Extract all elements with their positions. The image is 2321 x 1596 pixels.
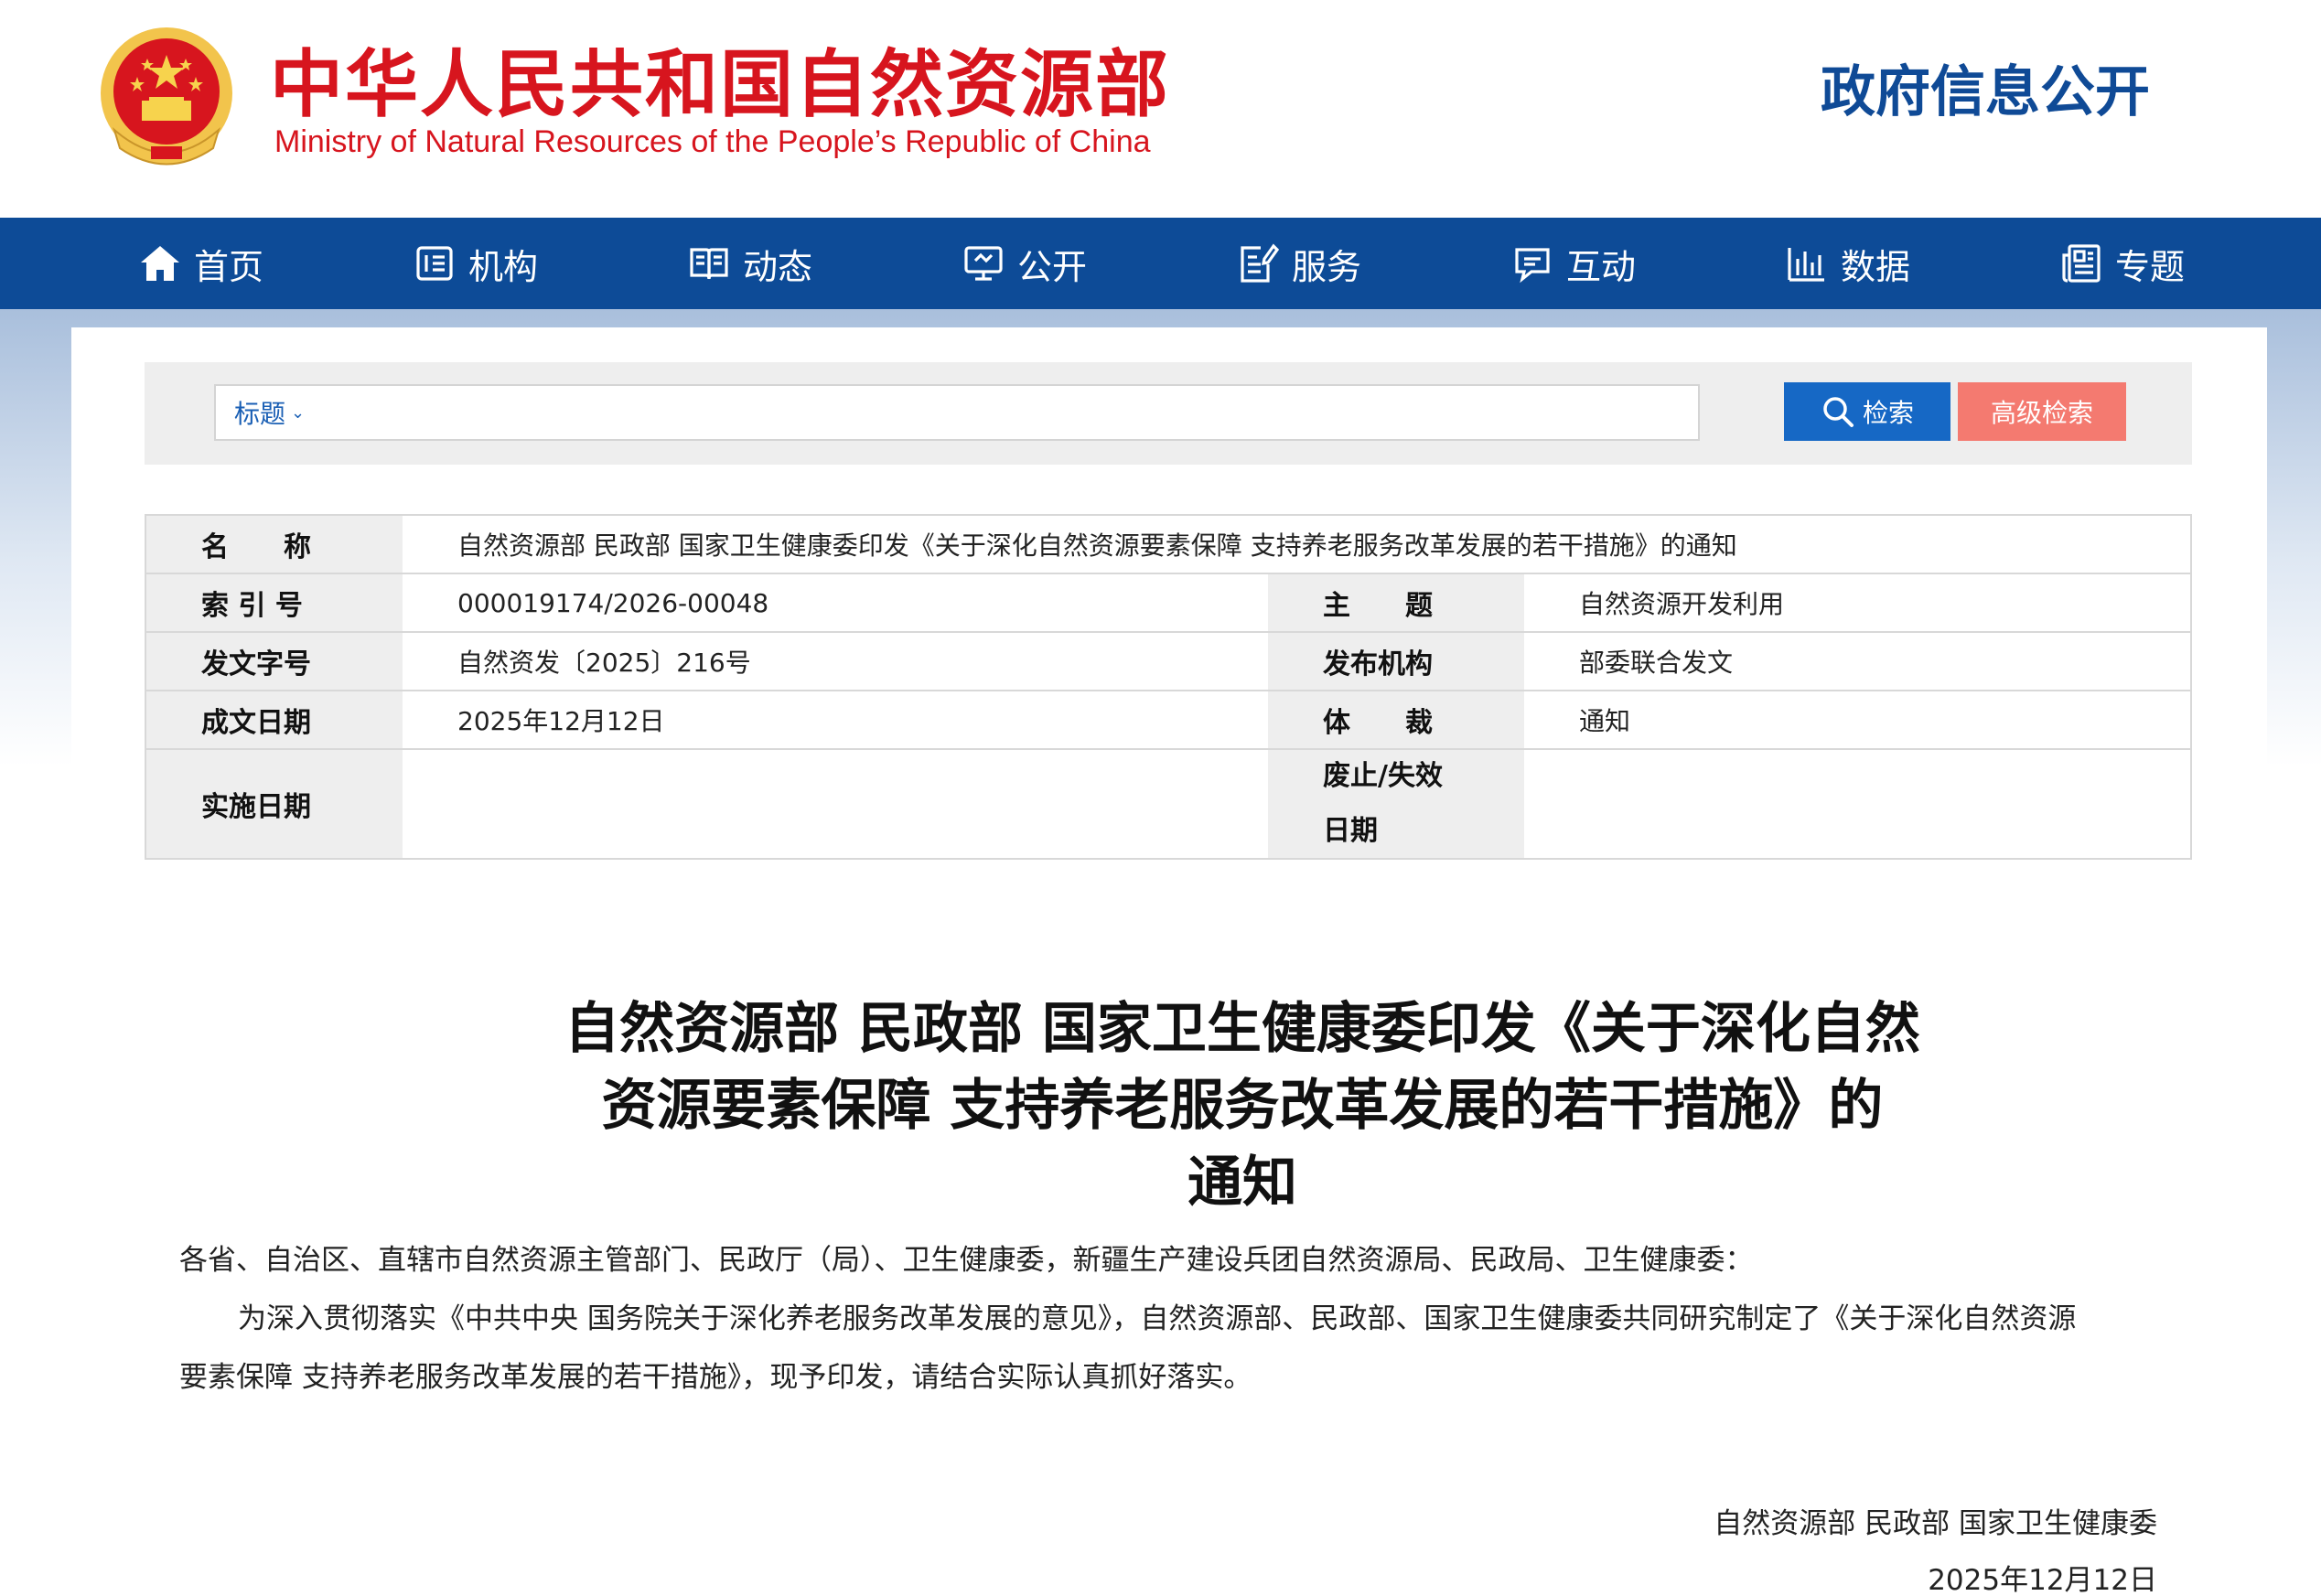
nav-item-label: 互动 [1566,246,1637,287]
search-button-label: 检索 [1862,398,1914,428]
body-line: 为深入贯彻落实《中共中央 国务院关于深化养老服务改革发展的意见》，自然资源部、民… [238,1302,2077,1335]
meta-label: 发布机构 [1268,633,1524,690]
nav-item-label: 公开 [1017,246,1088,287]
nav-item-topics[interactable]: 专题 [2060,218,2185,309]
nav-item-label: 机构 [468,246,539,287]
meta-label: 体 裁 [1268,691,1524,748]
meta-label: 主 题 [1268,574,1524,631]
nav-item-label: 数据 [1841,246,1911,287]
meta-label: 废止/失效 [1323,760,1443,792]
meta-value-index: 000019174/2026-00048 [457,587,769,618]
meta-label: 发文字号 [146,633,403,690]
site-header: 中华人民共和国自然资源部 Ministry of Natural Resourc… [0,0,2321,218]
document-metadata-table: 名 称 自然资源部 民政部 国家卫生健康委印发《关于深化自然资源要素保障 支持养… [145,514,2192,860]
search-panel: 标题 ⌄ 检索 高级检索 [145,362,2192,465]
bar-chart-icon [1788,248,1824,282]
site-title-english[interactable]: Ministry of Natural Resources of the Peo… [274,124,1151,160]
newspaper-icon [2062,244,2101,283]
nav-item-service[interactable]: 服务 [1237,218,1361,309]
meta-label: 成文日期 [146,691,403,748]
search-icon [1823,397,1854,427]
nav-item-org[interactable]: 机构 [414,218,538,309]
search-field: 标题 ⌄ [214,384,1700,441]
nav-item-interact[interactable]: 互动 [1511,218,1636,309]
meta-value-date: 2025年12月12日 [457,706,665,736]
nav-item-data[interactable]: 数据 [1786,218,1910,309]
meta-label: 日期 [1323,815,1378,847]
meta-value-name: 自然资源部 民政部 国家卫生健康委印发《关于深化自然资源要素保障 支持养老服务改… [457,530,1737,561]
meta-value-effective [403,750,1268,858]
title-line: 通知 [1187,1151,1297,1215]
search-button[interactable]: 检索 [1784,382,1950,441]
book-icon [690,248,728,280]
search-type-dropdown[interactable]: 标题 ⌄ [234,386,305,439]
home-icon [141,246,179,281]
meta-row-docno: 发文字号 自然资发〔2025〕216号 发布机构 部委联合发文 [146,633,2190,691]
nav-item-label: 专题 [2115,246,2186,287]
national-emblem-icon[interactable] [96,20,238,171]
chat-icon [1515,248,1550,284]
nav-item-label: 服务 [1292,246,1362,287]
main-nav: 首页 机构 动态 公开 服务 互动 数据 专题 [0,218,2321,309]
nav-item-home[interactable]: 首页 [139,218,263,309]
search-input[interactable] [317,390,1689,435]
meta-value-expiry [1524,750,2190,858]
meta-row-date: 成文日期 2025年12月12日 体 裁 通知 [146,691,2190,750]
title-line: 自然资源部 民政部 国家卫生健康委印发《关于深化自然 [564,997,1920,1061]
nav-item-label: 首页 [194,246,264,287]
meta-value-genre: 通知 [1579,706,1631,736]
search-type-label: 标题 [234,399,286,429]
chevron-down-icon: ⌄ [291,402,306,423]
advanced-search-button[interactable]: 高级检索 [1958,382,2126,441]
meta-row-name: 名 称 自然资源部 民政部 国家卫生健康委印发《关于深化自然资源要素保障 支持养… [146,516,2190,574]
meta-value-topic: 自然资源开发利用 [1579,589,1785,619]
site-title[interactable]: 中华人民共和国自然资源部 [270,26,1170,132]
body-line: 要素保障 支持养老服务改革发展的若干措施》，现予印发，请结合实际认真抓好落实。 [179,1361,1252,1394]
org-icon [416,246,453,281]
meta-value-issuer: 部委联合发文 [1579,648,1734,678]
monitor-icon [964,246,1003,281]
main-content: 标题 ⌄ 检索 高级检索 名 称 自然资源部 民政部 国家卫生健康委印发《关于深… [71,327,2267,1596]
nav-item-label: 动态 [743,246,813,287]
meta-row-effective: 实施日期 废止/失效 日期 [146,750,2190,858]
meta-label-expiry: 废止/失效 日期 [1268,750,1524,858]
edit-doc-icon [1241,243,1279,283]
signature: 自然资源部 民政部 国家卫生健康委 [1714,1507,2157,1540]
meta-label: 实施日期 [146,750,403,858]
salutation: 各省、自治区、直辖市自然资源主管部门、民政厅（局）、卫生健康委，新疆生产建设兵团… [179,1244,1754,1277]
nav-item-news[interactable]: 动态 [688,218,812,309]
section-title[interactable]: 政府信息公开 [1821,48,2150,127]
advanced-search-label: 高级检索 [1990,398,2093,428]
meta-row-index: 索 引 号 000019174/2026-00048 主 题 自然资源开发利用 [146,574,2190,633]
document-title: 自然资源部 民政部 国家卫生健康委印发《关于深化自然 资源要素保障 支持养老服务… [419,991,2066,1221]
meta-label: 名 称 [146,516,403,573]
sign-date: 2025年12月12日 [1928,1564,2157,1596]
meta-label: 索 引 号 [146,574,403,631]
nav-item-open[interactable]: 公开 [962,218,1087,309]
title-line: 资源要素保障 支持养老服务改革发展的若干措施》的 [601,1074,1884,1138]
meta-value-docno: 自然资发〔2025〕216号 [457,648,751,678]
